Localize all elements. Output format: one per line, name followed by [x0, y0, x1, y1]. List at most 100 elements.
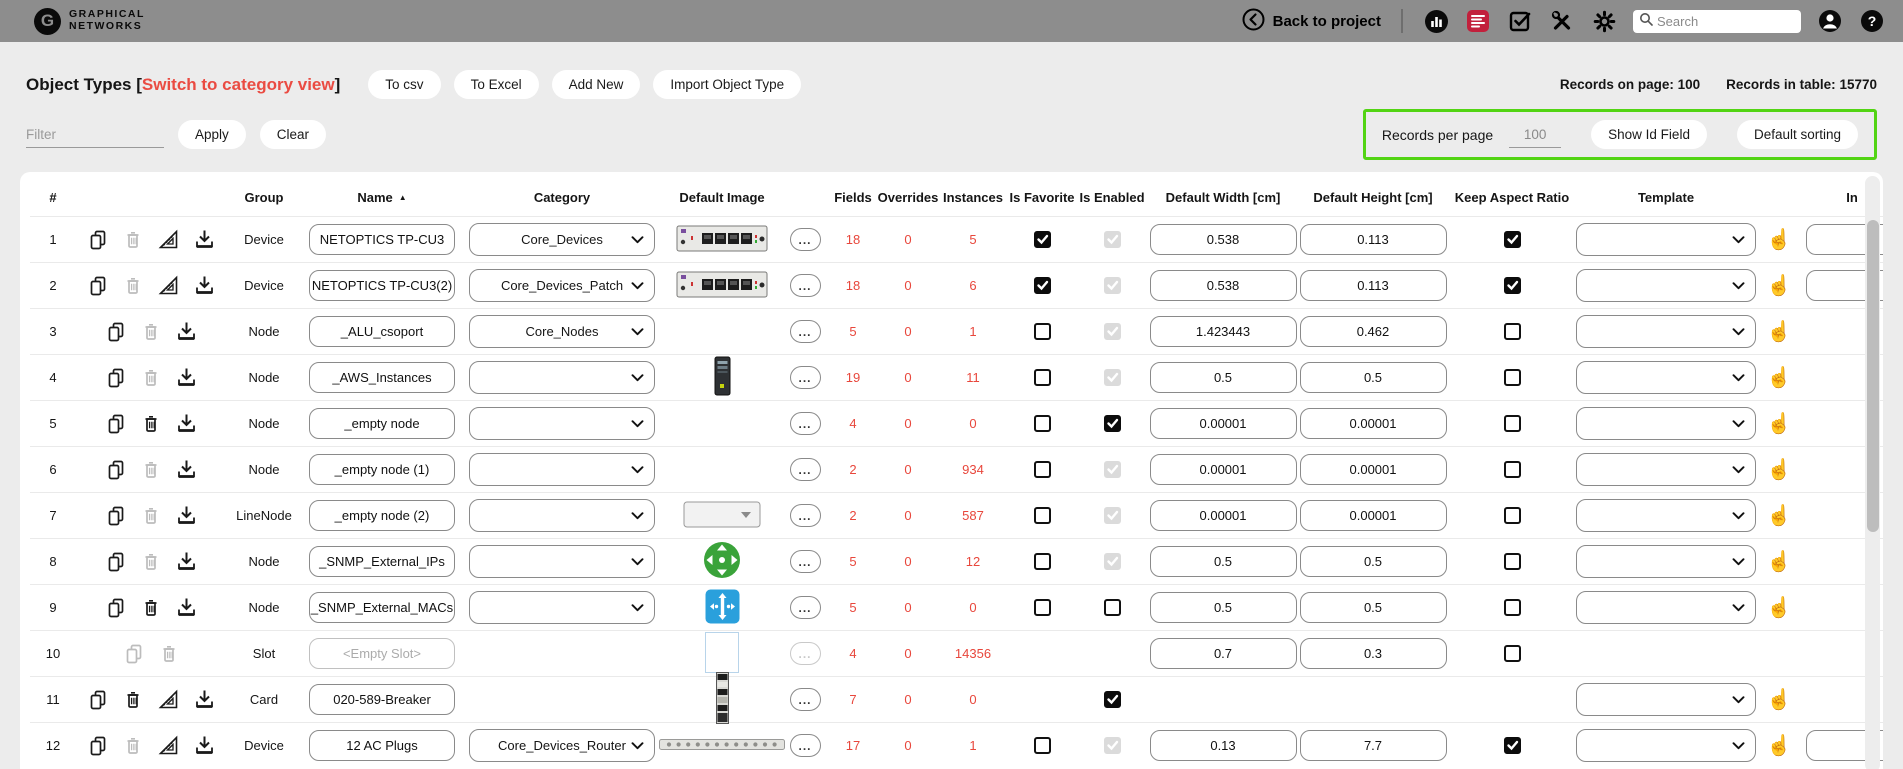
download-icon[interactable]: [175, 320, 198, 343]
keep-aspect-ratio-checkbox[interactable]: [1504, 507, 1521, 524]
default-width-input[interactable]: [1150, 500, 1297, 531]
name-input[interactable]: [309, 408, 455, 439]
template-select[interactable]: [1576, 453, 1756, 486]
category-select[interactable]: [469, 499, 655, 532]
download-icon[interactable]: [175, 504, 198, 527]
vertical-scrollbar[interactable]: [1865, 176, 1880, 769]
hand-pointer-icon[interactable]: ☝: [1767, 549, 1792, 574]
image-picker-ellipsis-button[interactable]: ...: [790, 688, 821, 711]
is-favorite-checkbox[interactable]: [1034, 553, 1051, 570]
image-picker-ellipsis-button[interactable]: ...: [790, 320, 821, 343]
copy-icon[interactable]: [105, 459, 127, 481]
is-favorite-checkbox[interactable]: [1034, 507, 1051, 524]
default-width-input[interactable]: [1150, 454, 1297, 485]
keep-aspect-ratio-checkbox[interactable]: [1504, 369, 1521, 386]
default-width-input[interactable]: [1150, 638, 1297, 669]
add-new-button[interactable]: Add New: [552, 70, 641, 99]
ruler-icon[interactable]: [157, 734, 180, 757]
name-input[interactable]: [309, 684, 455, 715]
template-select[interactable]: [1576, 223, 1756, 256]
tools-icon[interactable]: [1549, 8, 1575, 34]
image-picker-ellipsis-button[interactable]: ...: [790, 550, 821, 573]
category-select[interactable]: [469, 361, 655, 394]
download-icon[interactable]: [193, 688, 216, 711]
default-width-input[interactable]: [1150, 316, 1297, 347]
hand-pointer-icon[interactable]: ☝: [1767, 227, 1792, 252]
charts-icon[interactable]: [1423, 8, 1449, 34]
to-csv-button[interactable]: To csv: [368, 70, 440, 99]
category-select[interactable]: [469, 591, 655, 624]
template-select[interactable]: [1576, 407, 1756, 440]
category-select[interactable]: [469, 545, 655, 578]
name-input[interactable]: [309, 270, 455, 301]
name-input[interactable]: [309, 730, 455, 761]
image-picker-ellipsis-button[interactable]: ...: [790, 412, 821, 435]
object-types-icon-active[interactable]: [1465, 8, 1491, 34]
image-picker-ellipsis-button[interactable]: ...: [790, 228, 821, 251]
default-width-input[interactable]: [1150, 730, 1297, 761]
default-height-input[interactable]: [1300, 638, 1447, 669]
clear-button[interactable]: Clear: [260, 120, 326, 149]
is-favorite-checkbox[interactable]: [1034, 415, 1051, 432]
scrollbar-thumb[interactable]: [1867, 220, 1879, 532]
hand-pointer-icon[interactable]: ☝: [1767, 319, 1792, 344]
keep-aspect-ratio-checkbox[interactable]: [1504, 323, 1521, 340]
download-icon[interactable]: [175, 550, 198, 573]
image-picker-ellipsis-button[interactable]: ...: [790, 274, 821, 297]
download-icon[interactable]: [175, 366, 198, 389]
hand-pointer-icon[interactable]: ☝: [1767, 457, 1792, 482]
copy-icon[interactable]: [87, 229, 109, 251]
template-select[interactable]: [1576, 545, 1756, 578]
ruler-icon[interactable]: [157, 228, 180, 251]
trash-icon[interactable]: [140, 597, 162, 619]
default-height-input[interactable]: [1300, 500, 1447, 531]
default-sorting-button[interactable]: Default sorting: [1737, 120, 1858, 149]
keep-aspect-ratio-checkbox[interactable]: [1504, 461, 1521, 478]
default-height-input[interactable]: [1300, 730, 1447, 761]
image-picker-ellipsis-button[interactable]: ...: [790, 504, 821, 527]
hand-pointer-icon[interactable]: ☝: [1767, 503, 1792, 528]
default-width-input[interactable]: [1150, 592, 1297, 623]
copy-icon[interactable]: [105, 505, 127, 527]
default-width-input[interactable]: [1150, 362, 1297, 393]
hand-pointer-icon[interactable]: ☝: [1767, 595, 1792, 620]
keep-aspect-ratio-checkbox[interactable]: [1504, 277, 1521, 294]
copy-icon[interactable]: [105, 551, 127, 573]
category-select[interactable]: [469, 453, 655, 486]
category-select[interactable]: Core_Nodes: [469, 315, 655, 348]
trash-icon[interactable]: [140, 413, 162, 435]
image-picker-ellipsis-button[interactable]: ...: [790, 734, 821, 757]
is-favorite-checkbox[interactable]: [1034, 277, 1051, 294]
name-input[interactable]: [309, 546, 455, 577]
to-excel-button[interactable]: To Excel: [454, 70, 539, 99]
keep-aspect-ratio-checkbox[interactable]: [1504, 599, 1521, 616]
name-input[interactable]: [309, 454, 455, 485]
default-height-input[interactable]: [1300, 316, 1447, 347]
copy-icon[interactable]: [87, 735, 109, 757]
keep-aspect-ratio-checkbox[interactable]: [1504, 737, 1521, 754]
template-select[interactable]: [1576, 315, 1756, 348]
trash-icon[interactable]: [122, 689, 144, 711]
template-select[interactable]: [1576, 683, 1756, 716]
apply-button[interactable]: Apply: [178, 120, 246, 149]
image-picker-ellipsis-button[interactable]: ...: [790, 366, 821, 389]
hand-pointer-icon[interactable]: ☝: [1767, 273, 1792, 298]
default-width-input[interactable]: [1150, 224, 1297, 255]
download-icon[interactable]: [175, 596, 198, 619]
back-to-project-button[interactable]: Back to project: [1242, 8, 1381, 35]
is-enabled-checkbox[interactable]: [1104, 691, 1121, 708]
show-id-field-button[interactable]: Show Id Field: [1591, 120, 1707, 149]
download-icon[interactable]: [193, 734, 216, 757]
template-select[interactable]: [1576, 361, 1756, 394]
account-icon[interactable]: [1817, 8, 1843, 34]
is-favorite-checkbox[interactable]: [1034, 599, 1051, 616]
help-icon[interactable]: ?: [1859, 8, 1885, 34]
is-enabled-checkbox[interactable]: [1104, 415, 1121, 432]
tasks-checkbox-icon[interactable]: [1507, 8, 1533, 34]
name-input[interactable]: [309, 316, 455, 347]
is-favorite-checkbox[interactable]: [1034, 369, 1051, 386]
default-height-input[interactable]: [1300, 362, 1447, 393]
name-input[interactable]: [309, 500, 455, 531]
is-favorite-checkbox[interactable]: [1034, 323, 1051, 340]
settings-gear-icon[interactable]: [1591, 8, 1617, 34]
